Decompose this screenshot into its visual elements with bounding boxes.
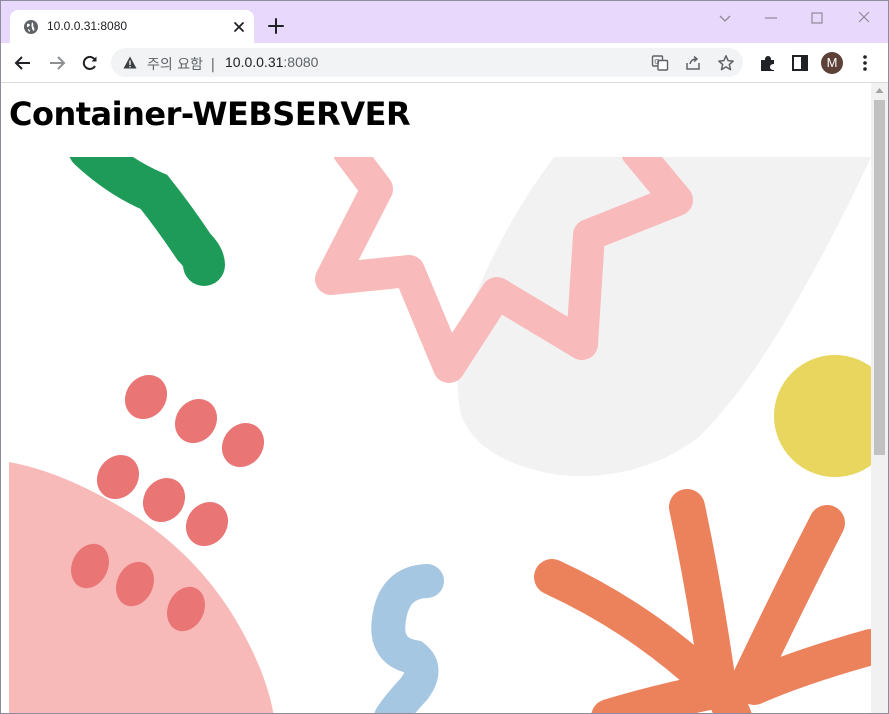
close-tab-icon[interactable] <box>232 20 246 34</box>
hero-illustration <box>9 157 871 713</box>
profile-avatar[interactable]: M <box>821 52 843 74</box>
side-panel-icon[interactable] <box>790 53 810 73</box>
green-stroke-shape <box>69 157 225 286</box>
vertical-scrollbar[interactable] <box>871 83 888 713</box>
blue-squiggle-shape <box>371 564 444 713</box>
orange-starburst-shape <box>534 489 871 713</box>
reload-icon[interactable] <box>80 53 100 73</box>
menu-kebab-icon[interactable] <box>855 53 875 73</box>
security-warning-label[interactable]: 주의 요함 | <box>147 54 215 74</box>
warning-icon[interactable] <box>123 56 137 69</box>
bookmark-star-icon[interactable] <box>717 54 735 72</box>
address-bar[interactable]: 주의 요함 | 10.0.0.31:8080 G <box>111 48 743 77</box>
close-window-icon[interactable] <box>853 9 875 27</box>
tab-strip: 10.0.0.31:8080 <box>1 1 888 43</box>
back-arrow-icon[interactable] <box>13 53 33 73</box>
minimize-icon[interactable] <box>760 9 782 27</box>
page-viewport: Container-WEBSERVER <box>1 83 871 713</box>
url-separator: | <box>210 57 216 73</box>
browser-tab[interactable]: 10.0.0.31:8080 <box>10 10 254 43</box>
globe-icon <box>24 20 38 34</box>
new-tab-icon[interactable] <box>267 17 285 35</box>
scroll-up-arrow-icon[interactable] <box>875 87 884 94</box>
url-text[interactable]: 10.0.0.31:8080 <box>225 54 318 70</box>
tab-search-icon[interactable] <box>714 9 736 27</box>
browser-toolbar: 주의 요함 | 10.0.0.31:8080 G M <box>1 43 888 83</box>
share-icon[interactable] <box>684 54 702 72</box>
scrollbar-thumb[interactable] <box>874 100 885 455</box>
translate-icon[interactable]: G <box>651 54 669 72</box>
url-port: :8080 <box>283 54 319 70</box>
extensions-puzzle-icon[interactable] <box>758 53 778 73</box>
maximize-icon[interactable] <box>806 9 828 27</box>
yellow-circle-shape <box>774 355 871 477</box>
svg-text:G: G <box>654 58 659 66</box>
forward-arrow-icon[interactable] <box>47 53 67 73</box>
tab-title: 10.0.0.31:8080 <box>47 19 128 33</box>
page-heading: Container-WEBSERVER <box>9 95 411 133</box>
browser-window: 10.0.0.31:8080 주의 요함 | 10.0.0.31:8080 G … <box>0 0 889 714</box>
